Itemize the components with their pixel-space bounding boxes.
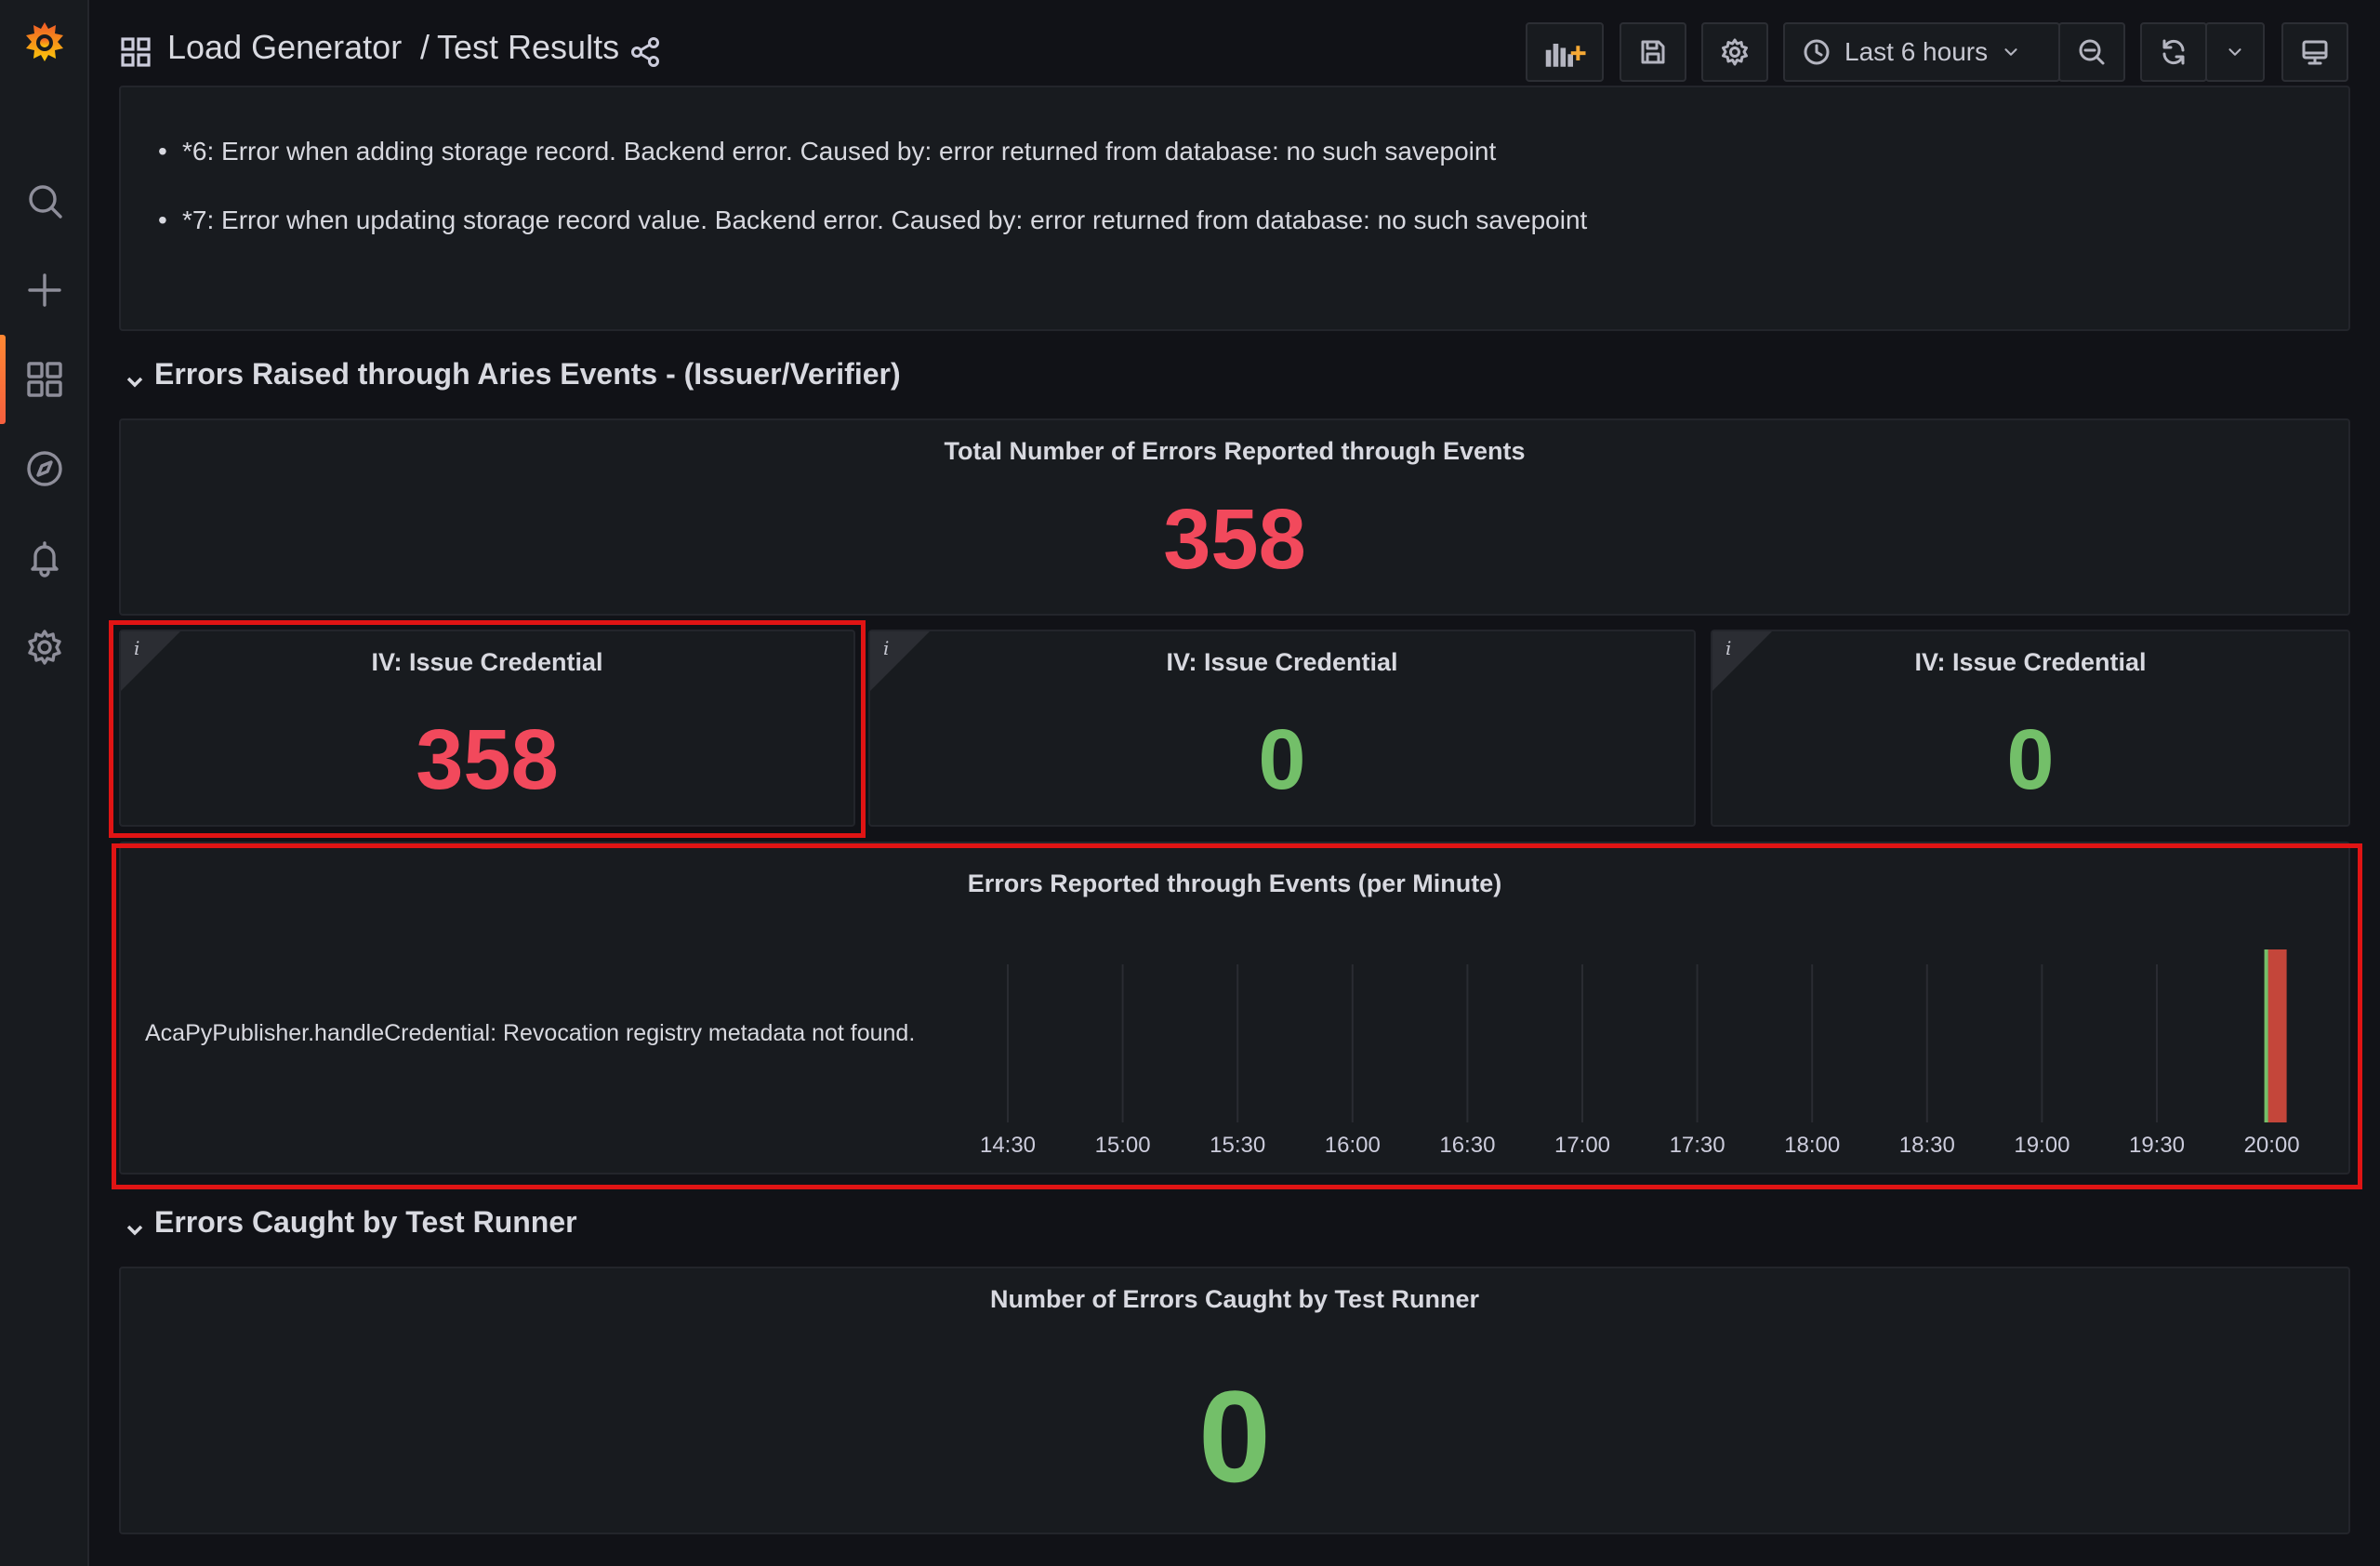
notes-list: *6: Error when adding storage record. Ba…	[158, 136, 1587, 273]
dashboard-title[interactable]: Test Results	[437, 28, 619, 67]
zoom-out-button[interactable]	[2058, 22, 2125, 82]
errors-per-minute-panel: Errors Reported through Events (per Minu…	[119, 842, 2350, 1174]
x-tick-label: 19:00	[2014, 1133, 2069, 1158]
x-tick-label: 16:30	[1439, 1133, 1495, 1158]
panel-title[interactable]: Number of Errors Caught by Test Runner	[121, 1285, 2348, 1314]
x-tick-label: 14:30	[980, 1133, 1036, 1158]
total-errors-stat-panel: Total Number of Errors Reported through …	[119, 418, 2350, 616]
bar-chart: 14:30 15:00 15:30 16:00 16:30 17:00 17:30 18:00…	[980, 949, 2300, 1158]
test-runner-stat-panel: Number of Errors Caught by Test Runner 0	[119, 1267, 2350, 1534]
x-tick-label: 15:00	[1095, 1133, 1151, 1158]
chevron-down-icon	[2228, 48, 2241, 56]
dashboard-settings-button[interactable]	[1701, 22, 1768, 82]
chevron-down-icon	[2004, 48, 2017, 56]
clock-icon	[1804, 39, 1830, 65]
time-range-label: Last 6 hours	[1844, 37, 1989, 66]
bar-edge	[2264, 949, 2268, 1122]
alert-bell-icon[interactable]	[22, 536, 67, 580]
dashboard-grid-icon	[121, 37, 151, 67]
stat-value: 0	[1198, 1363, 1271, 1509]
list-item: *6: Error when adding storage record. Ba…	[158, 136, 1587, 167]
tv-mode-button[interactable]	[2281, 22, 2348, 82]
x-tick-label: 20:00	[2244, 1133, 2300, 1158]
breadcrumb-folder[interactable]: Load Generator	[167, 28, 402, 67]
panel-title[interactable]: IV: Issue Credential	[1712, 648, 2348, 677]
iv-issue-credential-panel-1: i IV: Issue Credential 358	[119, 630, 855, 827]
dashboards-icon[interactable]	[22, 357, 67, 402]
row-title: Errors Caught by Test Runner	[154, 1205, 577, 1239]
add-panel-button[interactable]	[1526, 22, 1604, 82]
x-tick-label: 15:30	[1210, 1133, 1265, 1158]
row-header-aries-events[interactable]: Errors Raised through Aries Events - (Is…	[125, 357, 901, 392]
x-tick-label: 19:30	[2129, 1133, 2185, 1158]
share-icon[interactable]	[628, 35, 662, 69]
notes-panel: *6: Error when adding storage record. Ba…	[119, 86, 2350, 331]
x-tick-label: 17:30	[1670, 1133, 1726, 1158]
panel-title[interactable]: IV: Issue Credential	[121, 648, 853, 677]
row-header-test-runner[interactable]: Errors Caught by Test Runner	[125, 1205, 577, 1240]
grafana-logo-icon[interactable]	[20, 19, 69, 67]
breadcrumb-separator: /	[420, 28, 430, 66]
iv-issue-credential-panel-3: i IV: Issue Credential 0	[1711, 630, 2350, 827]
time-range-picker[interactable]: Last 6 hours	[1783, 22, 2060, 82]
active-indicator	[0, 335, 6, 424]
panel-title[interactable]: Total Number of Errors Reported through …	[121, 437, 2348, 466]
side-menu	[0, 0, 89, 1566]
explore-icon[interactable]	[22, 446, 67, 491]
save-dashboard-button[interactable]	[1620, 22, 1686, 82]
x-tick-label: 18:00	[1784, 1133, 1840, 1158]
refresh-interval-dropdown[interactable]	[2205, 22, 2265, 82]
stat-value: 358	[416, 712, 559, 807]
list-item: *7: Error when updating storage record v…	[158, 205, 1587, 236]
panel-title[interactable]: IV: Issue Credential	[870, 648, 1694, 677]
chart-bar[interactable]	[2264, 949, 2287, 1122]
plus-icon[interactable]	[22, 268, 67, 312]
stat-value: 0	[2006, 712, 2055, 807]
refresh-button[interactable]	[2140, 22, 2207, 82]
dashboard-content: *6: Error when adding storage record. Ba…	[109, 86, 2362, 1566]
chevron-down-icon	[125, 365, 145, 387]
row-title: Errors Raised through Aries Events - (Is…	[154, 357, 901, 391]
x-tick-label: 17:00	[1554, 1133, 1610, 1158]
search-icon[interactable]	[22, 179, 67, 223]
stat-value: 0	[1258, 712, 1306, 807]
iv-issue-credential-panel-2: i IV: Issue Credential 0	[868, 630, 1696, 827]
x-tick-label: 18:30	[1899, 1133, 1955, 1158]
stat-value: 358	[1163, 492, 1306, 587]
gear-icon[interactable]	[22, 625, 67, 670]
chevron-down-icon	[125, 1213, 145, 1235]
x-tick-label: 16:00	[1325, 1133, 1381, 1158]
